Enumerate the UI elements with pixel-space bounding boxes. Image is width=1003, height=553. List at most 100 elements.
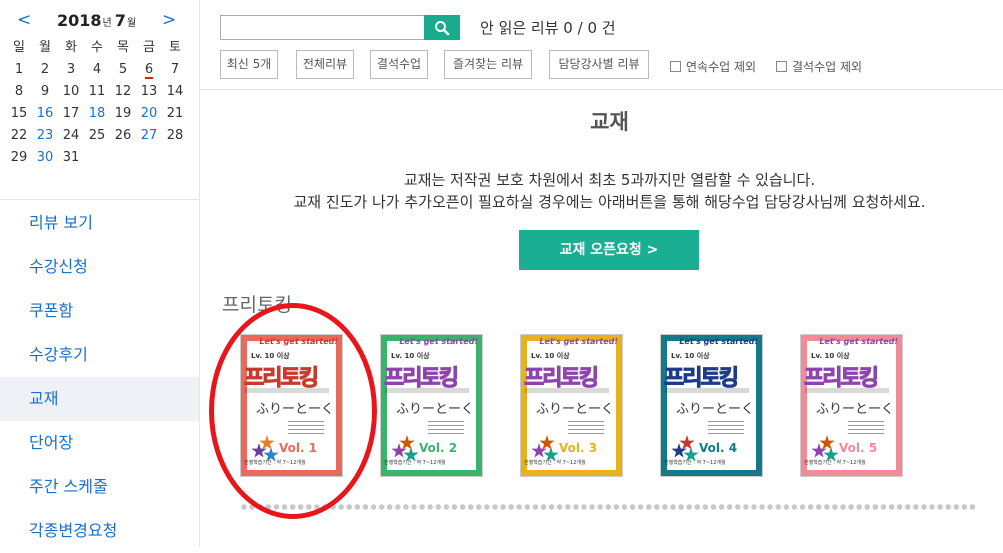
- checkbox-label: 결석수업 제외: [792, 60, 863, 74]
- filter-by-teacher-button[interactable]: 담당강사별 리뷰: [549, 50, 649, 79]
- book-subtitle-bar: [385, 388, 469, 393]
- book-cover-vol-1[interactable]: Let's get started! Lv. 10 이상 프리토킹 ふりーとーく Vol…: [240, 334, 343, 477]
- calendar-day[interactable]: 13: [136, 81, 162, 103]
- weekday-header: 목: [117, 40, 129, 55]
- search-button[interactable]: [424, 15, 460, 40]
- notice-line-1: 교재는 저작권 보호 차원에서 최초 5과까지만 열람할 수 있습니다.: [403, 171, 816, 189]
- book-cover-vol-3[interactable]: Let's get started! Lv. 10 이상 프리토킹 ふりーとーく Vol…: [520, 334, 623, 477]
- calendar-day[interactable]: 6: [136, 59, 162, 81]
- calendar-title: 2018년 7월: [57, 11, 139, 30]
- calendar-day[interactable]: 15: [6, 103, 32, 125]
- book-ribbon: Let's get started!: [259, 337, 338, 346]
- sidebar-item[interactable]: 쿠폰함: [0, 289, 199, 333]
- checkbox-box[interactable]: [776, 61, 787, 72]
- search-input[interactable]: [220, 15, 425, 40]
- sidebar-item[interactable]: 주간 스케줄: [0, 465, 199, 509]
- main-content: 안 읽은 리뷰 0 / 0 건 최신 5개 전체리뷰 결석수업 즐겨찾는 리뷰 …: [200, 0, 1003, 547]
- filter-latest-5-button[interactable]: 최신 5개: [220, 50, 278, 79]
- calendar-day[interactable]: 20: [136, 103, 162, 125]
- book-subtitle-bar: [245, 388, 329, 393]
- calendar-day[interactable]: 11: [84, 81, 110, 103]
- prev-month-button[interactable]: <: [17, 10, 31, 30]
- exclude-absent-checkbox[interactable]: 결석수업 제외: [776, 58, 862, 75]
- book-volume: Vol. 5: [839, 441, 878, 455]
- book-description: [848, 421, 884, 435]
- book-ribbon: Let's get started!: [539, 337, 618, 346]
- calendar-year: 2018: [57, 11, 102, 30]
- book-cover-vol-4[interactable]: Let's get started! Lv. 10 이상 프리토킹 ふりーとーく Vol…: [660, 334, 763, 477]
- book-kana: ふりーとーく: [396, 402, 475, 417]
- section-title: 프리토킹: [222, 294, 292, 316]
- checkbox-label: 연속수업 제외: [686, 60, 757, 74]
- book-cover-vol-5[interactable]: Let's get started! Lv. 10 이상 프리토킹 ふりーとーく Vol…: [800, 334, 903, 477]
- book-volume: Vol. 2: [419, 441, 458, 455]
- exclude-consecutive-checkbox[interactable]: 연속수업 제외: [670, 58, 756, 75]
- weekday-header: 토: [169, 40, 181, 55]
- book-period: 진행학습기간 : 약 7~12개월: [244, 460, 306, 466]
- filter-all-reviews-button[interactable]: 전체리뷰: [296, 50, 354, 79]
- calendar-grid: 일 월 화 수 목 금 토 1 2 3 4 5 6 7 8 9 10 11 12 13 14 15 16 17 18 19 20 21…: [6, 37, 188, 169]
- calendar-day[interactable]: 5: [110, 59, 136, 81]
- calendar-month-unit: 월: [126, 18, 137, 29]
- header-divider: [200, 89, 1003, 90]
- book-description: [568, 421, 604, 435]
- calendar-day: [110, 147, 136, 169]
- calendar-day[interactable]: 28: [162, 125, 188, 147]
- calendar-day[interactable]: 1: [6, 59, 32, 81]
- calendar-day[interactable]: 2: [32, 59, 58, 81]
- open-request-button[interactable]: 교재 오픈요청 >: [519, 230, 699, 270]
- sidebar-item[interactable]: 리뷰 보기: [0, 201, 199, 245]
- calendar-day[interactable]: 27: [136, 125, 162, 147]
- sidebar-item[interactable]: 수강후기: [0, 333, 199, 377]
- book-period: 진행학습기간 : 약 7~12개월: [664, 460, 726, 466]
- calendar-day[interactable]: 3: [58, 59, 84, 81]
- calendar-day[interactable]: 17: [58, 103, 84, 125]
- calendar-day: [162, 147, 188, 169]
- sidebar-menu: 리뷰 보기 수강신청 쿠폰함 수강후기 교재 단어장 주간 스케줄 각종변경요청: [0, 201, 199, 553]
- calendar-day[interactable]: 12: [110, 81, 136, 103]
- filter-favorite-button[interactable]: 즐겨찾는 리뷰: [444, 50, 532, 79]
- calendar-day[interactable]: 9: [32, 81, 58, 103]
- sidebar-item[interactable]: 교재: [0, 377, 199, 421]
- sidebar-item[interactable]: 단어장: [0, 421, 199, 465]
- calendar-day[interactable]: 31: [58, 147, 84, 169]
- calendar-day[interactable]: 4: [84, 59, 110, 81]
- weekday-header: 일: [13, 40, 25, 55]
- book-cover-vol-2[interactable]: Let's get started! Lv. 10 이상 프리토킹 ふりーとーく Vol…: [380, 334, 483, 477]
- calendar-day[interactable]: 21: [162, 103, 188, 125]
- book-description: [288, 421, 324, 435]
- checkbox-box[interactable]: [670, 61, 681, 72]
- calendar-day[interactable]: 26: [110, 125, 136, 147]
- calendar-day[interactable]: 18: [84, 103, 110, 125]
- calendar-day[interactable]: 16: [32, 103, 58, 125]
- book-volume: Vol. 1: [279, 441, 318, 455]
- calendar-day[interactable]: 8: [6, 81, 32, 103]
- book-ribbon: Let's get started!: [819, 337, 898, 346]
- calendar-day[interactable]: 29: [6, 147, 32, 169]
- next-month-button[interactable]: >: [162, 10, 176, 30]
- calendar-day[interactable]: 23: [32, 125, 58, 147]
- calendar-day[interactable]: 25: [84, 125, 110, 147]
- carousel-dots[interactable]: [240, 504, 978, 510]
- weekday-header: 금: [143, 40, 155, 55]
- sidebar-divider: [0, 199, 200, 200]
- calendar-day[interactable]: 7: [162, 59, 188, 81]
- book-description: [708, 421, 744, 435]
- book-subtitle-bar: [805, 388, 889, 393]
- calendar-day[interactable]: 22: [6, 125, 32, 147]
- calendar-day[interactable]: 19: [110, 103, 136, 125]
- book-period: 진행학습기간 : 약 7~12개월: [804, 460, 866, 466]
- calendar-day[interactable]: 14: [162, 81, 188, 103]
- search-icon: [435, 20, 450, 35]
- unread-review-count: 안 읽은 리뷰 0 / 0 건: [480, 19, 616, 37]
- book-kana: ふりーとーく: [676, 402, 755, 417]
- calendar-day[interactable]: 10: [58, 81, 84, 103]
- calendar-day[interactable]: 30: [32, 147, 58, 169]
- sidebar-item[interactable]: 수강신청: [0, 245, 199, 289]
- filter-absent-button[interactable]: 결석수업: [370, 50, 428, 79]
- notice-line-2: 교재 진도가 나가 추가오픈이 필요하실 경우에는 아래버튼을 통해 해당수업 …: [293, 193, 926, 211]
- left-panel: < 2018년 7월 > 일 월 화 수 목 금 토 1 2 3 4 5 6 7 8 9 10 11 12 13 14 15…: [0, 0, 200, 547]
- weekday-header: 화: [65, 40, 77, 55]
- calendar-day[interactable]: 24: [58, 125, 84, 147]
- sidebar-item[interactable]: 각종변경요청: [0, 509, 199, 553]
